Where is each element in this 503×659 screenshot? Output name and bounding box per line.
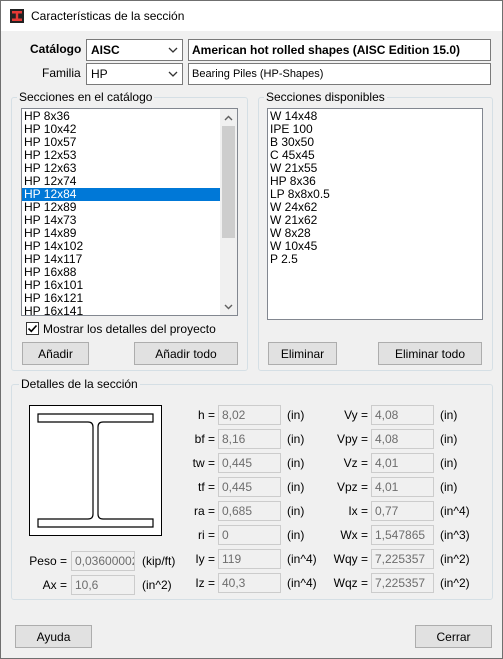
- prop-unit: (in): [287, 480, 305, 494]
- prop-value: 0,445: [218, 477, 281, 497]
- family-description: Bearing Piles (HP-Shapes): [188, 63, 491, 85]
- prop-value: 4,01: [371, 477, 434, 497]
- available-sections-title: Secciones disponibles: [264, 90, 387, 104]
- prop-value: 7,225357: [371, 549, 434, 569]
- prop-label: ra =: [193, 504, 215, 518]
- prop-label: Ix =: [348, 504, 368, 518]
- section-properties-dialog: Características de la sección Catálogo A…: [0, 0, 503, 659]
- remove-button[interactable]: Eliminar: [268, 342, 337, 365]
- prop-unit: (in): [440, 456, 458, 470]
- prop-value: 0: [218, 525, 281, 545]
- weight-unit: (kip/ft): [142, 554, 176, 568]
- prop-unit: (in): [287, 528, 305, 542]
- prop-unit: (in^3): [440, 528, 470, 542]
- catalog-select-value: AISC: [91, 43, 120, 57]
- prop-unit: (in): [287, 504, 305, 518]
- prop-value: 119: [218, 549, 281, 569]
- prop-value: 8,16: [218, 429, 281, 449]
- add-all-button[interactable]: Añadir todo: [134, 342, 238, 365]
- family-select[interactable]: HP: [86, 63, 183, 85]
- prop-unit: (in^4): [287, 576, 317, 590]
- available-list-item[interactable]: P 2.5: [268, 253, 482, 266]
- prop-label: Vpz =: [336, 480, 368, 494]
- scroll-up-icon[interactable]: [220, 109, 237, 126]
- chevron-down-icon: [164, 40, 182, 60]
- remove-all-button[interactable]: Eliminar todo: [378, 342, 482, 365]
- show-project-details-checkbox[interactable]: [26, 322, 39, 335]
- area-label: Ax =: [42, 578, 67, 592]
- prop-unit: (in): [287, 456, 305, 470]
- prop-unit: (in^2): [440, 576, 470, 590]
- prop-label: ri =: [197, 528, 215, 542]
- prop-label: Iy =: [195, 552, 215, 566]
- prop-label: Wqy =: [333, 552, 368, 566]
- prop-unit: (in): [287, 432, 305, 446]
- prop-label: Vz =: [343, 456, 368, 470]
- close-button[interactable]: Cerrar: [415, 625, 492, 648]
- check-icon: [27, 324, 38, 333]
- scroll-down-icon[interactable]: [220, 298, 237, 315]
- prop-label: Iz =: [195, 576, 215, 590]
- prop-label: tw =: [192, 456, 215, 470]
- section-details-title: Detalles de la sección: [19, 377, 140, 391]
- catalog-label: Catálogo: [30, 42, 82, 56]
- add-button[interactable]: Añadir: [22, 342, 89, 365]
- prop-value: 4,08: [371, 429, 434, 449]
- catalog-select[interactable]: AISC: [86, 39, 183, 61]
- prop-unit: (in^2): [440, 552, 470, 566]
- prop-unit: (in^4): [440, 504, 470, 518]
- prop-value: 0,445: [218, 453, 281, 473]
- prop-value: 8,02: [218, 405, 281, 425]
- prop-label: tf =: [197, 480, 215, 494]
- weight-label: Peso =: [29, 554, 67, 568]
- family-select-value: HP: [91, 67, 108, 81]
- catalog-list-scrollbar[interactable]: [220, 109, 237, 315]
- prop-label: Wx =: [340, 528, 368, 542]
- window-title: Características de la sección: [31, 9, 185, 23]
- weight-value: 0,03600002: [71, 551, 135, 571]
- prop-value: 0,685: [218, 501, 281, 521]
- family-label: Familia: [42, 66, 81, 80]
- scroll-thumb[interactable]: [222, 126, 235, 238]
- prop-label: h =: [197, 408, 215, 422]
- i-beam-section-icon: [37, 413, 154, 528]
- prop-unit: (in): [440, 480, 458, 494]
- prop-value: 40,3: [218, 573, 281, 593]
- prop-unit: (in): [440, 432, 458, 446]
- title-bar: Características de la sección: [1, 1, 502, 31]
- section-shape-preview: [29, 405, 162, 536]
- prop-value: 7,225357: [371, 573, 434, 593]
- catalog-sections-list[interactable]: HP 8x36 HP 10x42 HP 10x57 HP 12x53 HP 12x63 H…: [21, 108, 238, 316]
- area-unit: (in^2): [142, 578, 172, 592]
- prop-label: bf =: [194, 432, 215, 446]
- prop-label: Vpy =: [336, 432, 368, 446]
- catalog-sections-title: Secciones en el catálogo: [17, 90, 155, 104]
- prop-unit: (in): [287, 408, 305, 422]
- prop-value: 1,547865: [371, 525, 434, 545]
- chevron-down-icon: [164, 64, 182, 84]
- prop-value: 4,01: [371, 453, 434, 473]
- prop-unit: (in): [440, 408, 458, 422]
- help-button[interactable]: Ayuda: [15, 625, 92, 648]
- prop-value: 4,08: [371, 405, 434, 425]
- area-value: 10,6: [71, 575, 135, 595]
- catalog-list-item[interactable]: HP 16x141: [22, 305, 221, 316]
- prop-unit: (in^4): [287, 552, 317, 566]
- prop-value: 0,77: [371, 501, 434, 521]
- catalog-description: American hot rolled shapes (AISC Edition…: [188, 39, 491, 61]
- available-sections-list[interactable]: W 14x48 IPE 100 B 30x50 C 45x45 W 21x55 HP 8x…: [267, 108, 483, 320]
- show-project-details-label[interactable]: Mostrar los detalles del proyecto: [43, 322, 216, 336]
- available-list-item[interactable]: W 10x45: [268, 240, 482, 253]
- i-beam-app-icon: [9, 8, 25, 24]
- prop-label: Vy =: [344, 408, 368, 422]
- prop-label: Wqz =: [333, 576, 368, 590]
